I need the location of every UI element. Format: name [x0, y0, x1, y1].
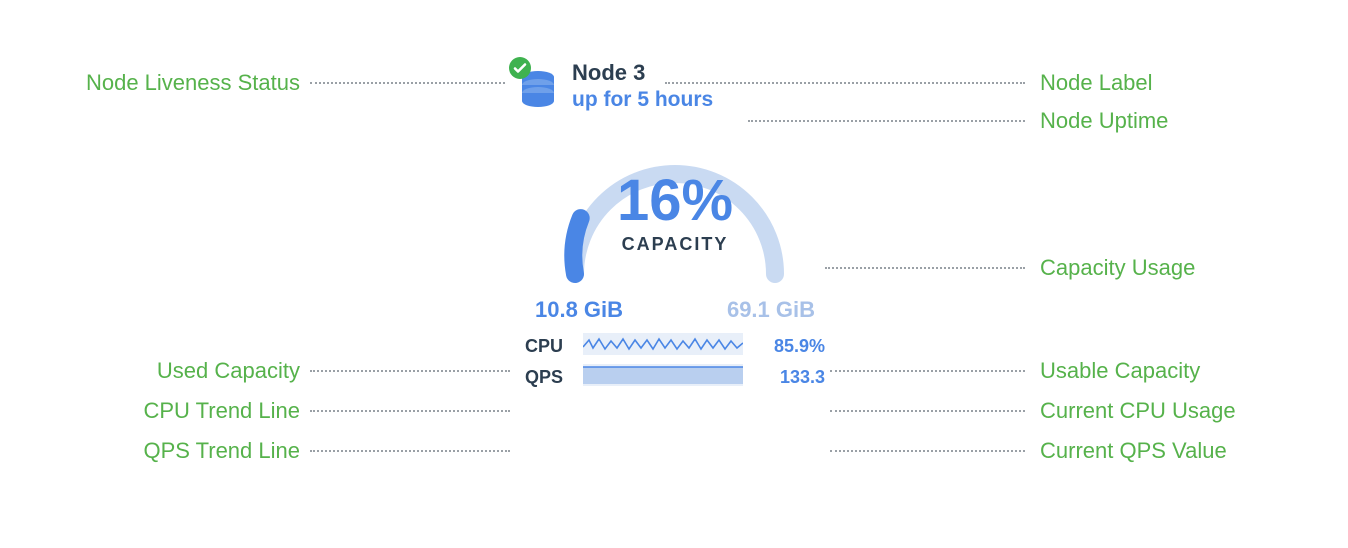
annotation-used-capacity: Used Capacity	[60, 358, 300, 384]
capacity-values-row: 10.8 GiB 69.1 GiB	[535, 297, 815, 323]
capacity-gauge: 16% CAPACITY	[545, 124, 805, 289]
node-card: Node 3 up for 5 hours 16% CAPACITY 10.8 …	[510, 60, 840, 395]
cpu-sparkline-icon	[583, 333, 743, 360]
cpu-label: CPU	[525, 336, 571, 357]
connector	[310, 410, 510, 412]
connector	[830, 410, 1025, 412]
node-label: Node 3	[572, 60, 713, 86]
connector	[310, 450, 510, 452]
qps-row: QPS 133.3	[525, 364, 825, 391]
connector	[310, 370, 510, 372]
node-icon-wrap	[512, 60, 558, 106]
connector	[830, 450, 1025, 452]
connector	[830, 370, 1025, 372]
connector	[825, 267, 1025, 269]
annotation-node-uptime: Node Uptime	[1040, 108, 1168, 134]
cpu-value: 85.9%	[774, 336, 825, 357]
qps-sparkline-icon	[583, 364, 743, 391]
annotation-qps-current: Current QPS Value	[1040, 438, 1227, 464]
annotation-node-label: Node Label	[1040, 70, 1153, 96]
connector	[310, 82, 505, 84]
annotation-cpu-trend: CPU Trend Line	[60, 398, 300, 424]
check-circle-icon	[508, 56, 532, 85]
annotation-usable-capacity: Usable Capacity	[1040, 358, 1200, 384]
cpu-row: CPU 85.9%	[525, 333, 825, 360]
node-uptime: up for 5 hours	[572, 88, 713, 112]
annotation-qps-trend: QPS Trend Line	[60, 438, 300, 464]
annotation-capacity-usage: Capacity Usage	[1040, 255, 1195, 281]
capacity-percent: 16%	[545, 172, 805, 230]
qps-value: 133.3	[780, 367, 825, 388]
annotation-cpu-current: Current CPU Usage	[1040, 398, 1236, 424]
qps-label: QPS	[525, 367, 571, 388]
capacity-total: 69.1 GiB	[727, 297, 815, 323]
capacity-used: 10.8 GiB	[535, 297, 623, 323]
capacity-caption: CAPACITY	[545, 234, 805, 255]
node-header: Node 3 up for 5 hours	[512, 60, 840, 112]
annotation-liveness: Node Liveness Status	[60, 70, 300, 96]
